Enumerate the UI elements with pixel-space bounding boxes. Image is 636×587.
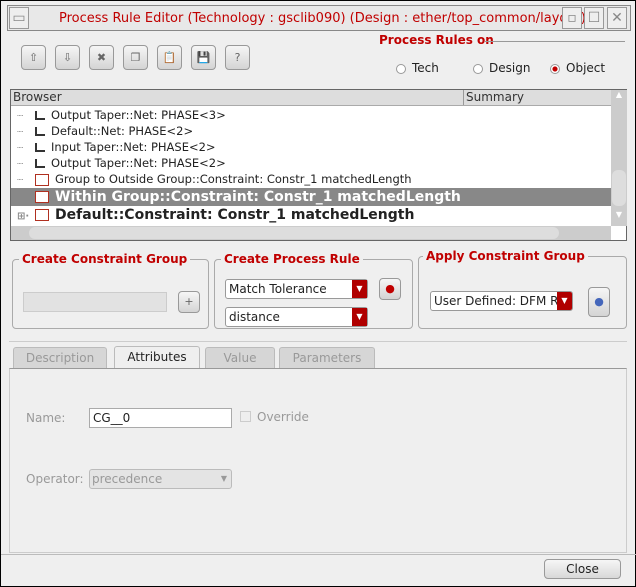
apply-group-value: User Defined: DFM Re: [434, 294, 566, 308]
type-select[interactable]: distance ▼: [225, 307, 368, 327]
tree-row[interactable]: ┈ Default::Net: PHASE<2>: [11, 123, 611, 139]
radio-label: Tech: [412, 61, 439, 75]
divider: [485, 41, 625, 42]
net-icon: [35, 143, 45, 152]
radio-label: Design: [489, 61, 531, 75]
copy-button[interactable]: ❐: [123, 45, 148, 70]
name-input[interactable]: CG__0: [89, 408, 232, 428]
apply-constraint-group-label: Apply Constraint Group: [423, 249, 588, 263]
tree-row[interactable]: ┈ Input Taper::Net: PHASE<2>: [11, 139, 611, 155]
close-window-button[interactable]: ✕: [607, 7, 627, 29]
window-menu-button[interactable]: ▭: [9, 7, 29, 29]
tree-row-label: Within Group::Constraint: Constr_1 match…: [55, 189, 461, 205]
radio-label: Object: [566, 61, 606, 75]
column-summary[interactable]: Summary: [463, 90, 563, 105]
radio-icon: [396, 63, 406, 74]
chevron-down-icon: ▼: [220, 474, 227, 483]
constraint-icon: [35, 209, 49, 221]
tree-row[interactable]: ┈ Output Taper::Net: PHASE<2>: [11, 155, 611, 171]
constraint-icon: [35, 173, 49, 186]
scroll-thumb[interactable]: [29, 227, 559, 239]
divider: [1, 554, 636, 555]
chevron-down-icon: ▼: [352, 280, 367, 298]
attributes-panel: [9, 368, 627, 553]
rule-select[interactable]: Match Tolerance ▼: [225, 279, 368, 299]
tree-row-label: Default::Net: PHASE<2>: [51, 124, 194, 138]
horizontal-scrollbar[interactable]: [11, 226, 611, 240]
tree-header: Browser Summary: [11, 90, 611, 106]
add-process-rule-button[interactable]: ●: [379, 278, 401, 300]
tree-row-label: Input Taper::Net: PHASE<2>: [51, 140, 216, 154]
tree-row[interactable]: ┈ Within Group::Constraint: Constr_1 matc…: [11, 188, 611, 206]
tab-value[interactable]: Value: [205, 347, 275, 368]
operator-select[interactable]: precedence ▼: [89, 469, 232, 489]
apply-group-select[interactable]: User Defined: DFM Re ▼: [430, 291, 573, 311]
tree-row[interactable]: ⊞· Default::Constraint: Constr_1 matchedL…: [11, 206, 611, 224]
tree-row[interactable]: ┈ Group to Outside Group::Constraint: Con…: [11, 171, 611, 187]
radio-object[interactable]: Object: [550, 61, 605, 75]
delete-button[interactable]: ✖: [89, 45, 114, 70]
tab-description[interactable]: Description: [13, 347, 107, 368]
process-rule-editor-window: ▭ Process Rule Editor (Technology : gscl…: [0, 0, 636, 587]
chevron-down-icon: ▼: [557, 292, 572, 310]
paste-button[interactable]: 📋: [157, 45, 182, 70]
override-checkbox[interactable]: [240, 411, 251, 422]
maximize-button[interactable]: ☐: [584, 7, 604, 29]
move-up-button[interactable]: ⇧: [21, 45, 46, 70]
net-icon: [35, 159, 45, 168]
operator-value: precedence: [92, 472, 163, 486]
create-constraint-group-label: Create Constraint Group: [19, 252, 191, 266]
process-rules-on-label: Process Rules on: [379, 33, 494, 47]
expand-icon[interactable]: ⊞·: [11, 208, 35, 226]
minimize-button[interactable]: ▫: [562, 7, 582, 29]
chevron-down-icon: ▼: [352, 308, 367, 326]
radio-icon: [473, 63, 483, 74]
move-down-button[interactable]: ⇩: [55, 45, 80, 70]
tab-parameters[interactable]: Parameters: [279, 347, 375, 368]
override-label: Override: [257, 410, 309, 424]
divider: [9, 341, 627, 342]
rule-value: Match Tolerance: [229, 282, 327, 296]
create-process-rule-label: Create Process Rule: [221, 252, 363, 266]
vertical-scrollbar[interactable]: ▲ ▼: [611, 90, 627, 226]
help-button[interactable]: ?: [225, 45, 250, 70]
constraint-icon: [35, 191, 49, 203]
type-value: distance: [229, 310, 280, 324]
apply-button[interactable]: ●: [588, 287, 610, 317]
column-browser[interactable]: Browser: [13, 90, 62, 104]
tree-line: ┈: [17, 175, 24, 186]
net-icon: [35, 111, 45, 120]
tree-row-label: Default::Constraint: Constr_1 matchedLen…: [55, 207, 415, 223]
tree-row-label: Output Taper::Net: PHASE<3>: [51, 108, 226, 122]
radio-design[interactable]: Design: [473, 61, 530, 75]
operator-label: Operator:: [26, 472, 84, 486]
save-button[interactable]: 💾: [191, 45, 216, 70]
tree-row-label: Group to Outside Group::Constraint: Cons…: [55, 172, 412, 186]
browser-tree: Browser Summary ┈ Output Taper::Net: PHAS…: [10, 89, 627, 241]
tree-row[interactable]: ┈ Output Taper::Net: PHASE<3>: [11, 107, 611, 123]
constraint-group-name-input[interactable]: [23, 292, 167, 312]
window-title: Process Rule Editor (Technology : gsclib…: [59, 11, 586, 26]
close-button[interactable]: Close: [544, 559, 621, 579]
add-constraint-group-button[interactable]: +: [178, 291, 200, 313]
radio-selected-icon: [550, 63, 560, 74]
name-label: Name:: [26, 411, 66, 425]
tab-attributes[interactable]: Attributes: [114, 346, 200, 369]
scroll-thumb[interactable]: [612, 170, 626, 206]
tree-row-label: Output Taper::Net: PHASE<2>: [51, 156, 226, 170]
net-icon: [35, 127, 45, 136]
radio-tech[interactable]: Tech: [396, 61, 439, 75]
